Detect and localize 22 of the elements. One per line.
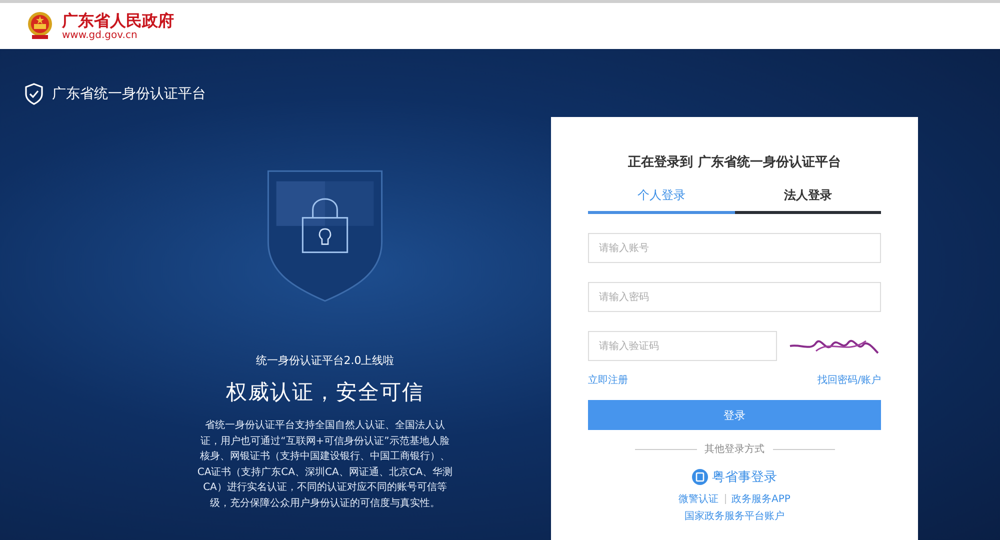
register-link[interactable]: 立即注册 xyxy=(588,373,628,387)
shield-check-icon xyxy=(24,83,44,105)
login-title: 正在登录到 广东省统一身份认证平台 xyxy=(628,154,841,171)
app-icon xyxy=(692,469,708,485)
site-name: 广东省人民政府 xyxy=(62,10,174,30)
app-login-link[interactable]: 粤省事登录 xyxy=(692,468,777,486)
alt-login-link[interactable]: 政务服务APP xyxy=(732,492,790,506)
input-field[interactable]: 请输入账号 xyxy=(588,233,881,263)
login-tab[interactable]: 个人登录 xyxy=(588,181,734,214)
input-field[interactable]: 请输入密码 xyxy=(588,282,881,312)
alt-login-link[interactable]: 微警认证 xyxy=(678,492,719,506)
captcha-field[interactable]: 请输入验证码 xyxy=(588,331,777,361)
other-login-label: 其他登录方式 xyxy=(704,442,764,456)
platform-title: 广东省统一身份认证平台 xyxy=(52,85,206,103)
promo-description: 省统一身份认证平台支持全国自然人认证、全国法人认证，用户也可通过“互联网+可信身份认证”示范基地人脸核身、网银证书（支持中国建设银行、中国工商银行）、CA证书（支持广东CA、深圳CA、网证通、北京CA、华测CA）进行实名认证，不同的认证对应不同的账号可信等级，充分保障公众用户身份认证的可信度与真实性。 xyxy=(197,418,453,510)
recover-link[interactable]: 找回密码/账户 xyxy=(818,373,881,387)
promo-headline: 权威认证，安全可信 xyxy=(226,379,424,406)
promo-subtitle: 统一身份认证平台2.0上线啦 xyxy=(256,353,394,368)
national-account-link[interactable]: 国家政务服务平台账户 xyxy=(684,509,784,523)
login-button[interactable]: 登录 xyxy=(588,400,881,430)
login-tab[interactable]: 法人登录 xyxy=(734,181,881,214)
site-url: www.gd.gov.cn xyxy=(62,30,138,42)
